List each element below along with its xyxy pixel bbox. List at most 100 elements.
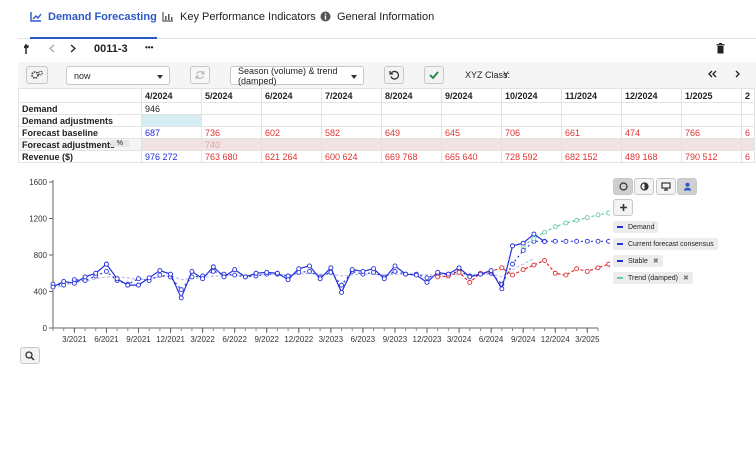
trash-icon[interactable] [716, 43, 725, 54]
view-monitor-button[interactable] [656, 178, 676, 195]
more-options-icon[interactable]: ••• [145, 43, 153, 52]
remove-series-icon[interactable]: ✖ [653, 257, 659, 265]
legend-item-consensus[interactable]: Current forecast consensus [613, 238, 718, 250]
demand-adjustment-input[interactable] [141, 114, 202, 127]
grid-cell[interactable]: 740 [201, 138, 262, 151]
data-point-current-forecast-consensus [520, 247, 526, 253]
legend-item-demand[interactable]: Demand [613, 221, 659, 233]
legend-label: Trend (damped) [628, 274, 678, 282]
check-icon [429, 71, 439, 79]
data-point-demand [61, 279, 67, 284]
undo-icon [389, 70, 399, 80]
view-user-button[interactable] [677, 178, 697, 195]
chevron-down-icon [351, 75, 357, 79]
data-point-trend-damped [606, 210, 610, 216]
data-point-current-forecast-consensus [103, 268, 109, 274]
data-point-demand [253, 270, 259, 276]
grid-cell[interactable] [741, 138, 755, 151]
grid-cell: 763 680 [201, 150, 262, 163]
grid-cell [321, 102, 382, 115]
data-point-demand [71, 280, 77, 286]
data-point-demand [82, 274, 88, 280]
grid-cell[interactable] [621, 138, 682, 151]
grid-cell[interactable] [381, 138, 442, 151]
data-point-demand [424, 279, 430, 285]
grid-cell: 736 [201, 126, 262, 139]
grid-cell: 766 [681, 126, 742, 139]
grid-cell [201, 102, 262, 115]
grid-cell: 976 272 [141, 150, 202, 163]
legend-item-trend[interactable]: Trend (damped) ✖ [613, 272, 693, 284]
x-tick-label: 6/2023 [351, 335, 376, 344]
chart-line-icon [30, 11, 42, 22]
x-tick-label: 3/2021 [62, 335, 87, 344]
refresh-button[interactable] [190, 66, 210, 84]
forecast-method-select[interactable]: Season (volume) & trend (damped) [230, 66, 364, 86]
grid-cell[interactable] [441, 138, 502, 151]
zoom-button[interactable] [20, 347, 40, 364]
data-point-demand [296, 266, 302, 272]
grid-cell[interactable] [321, 138, 382, 151]
series-line-stable [52, 258, 535, 288]
next-item-icon[interactable] [70, 44, 76, 53]
forecast-grid: 4/2024 5/2024 6/2024 7/2024 8/2024 9/202… [18, 88, 755, 163]
percent-toggle[interactable]: % [110, 140, 129, 147]
view-mode-contrast-button[interactable] [634, 178, 654, 195]
x-tick-label: 9/2022 [254, 335, 279, 344]
data-point-demand [103, 261, 109, 267]
grid-cell [381, 102, 442, 115]
level-up-icon[interactable] [24, 43, 33, 55]
data-point-current-forecast-consensus [339, 282, 344, 288]
period-select[interactable]: now [66, 66, 170, 85]
grid-cell [261, 114, 322, 127]
tab-demand-forecasting[interactable]: Demand Forecasting [30, 11, 157, 39]
remove-series-icon[interactable]: ✖ [683, 274, 689, 282]
legend-swatch [617, 277, 623, 279]
data-point-demand [317, 276, 323, 282]
grid-cell[interactable] [681, 138, 742, 151]
data-point-trend-damped [574, 217, 580, 223]
grid-cell[interactable] [561, 138, 622, 151]
view-mode-outline-button[interactable] [613, 178, 633, 195]
grid-cell: 687 [141, 126, 202, 139]
confirm-button[interactable] [424, 66, 444, 84]
grid-cell[interactable]: 946 [141, 102, 202, 115]
data-point-forecast-baseline [531, 262, 537, 268]
previous-item-icon[interactable] [49, 44, 55, 53]
data-point-demand [339, 289, 344, 295]
settings-button[interactable] [26, 66, 48, 84]
grid-cell[interactable] [261, 138, 322, 151]
data-point-demand [435, 269, 441, 275]
tab-label: General Information [337, 11, 435, 23]
tab-general-information[interactable]: General Information [320, 11, 434, 37]
grid-cell[interactable] [501, 138, 562, 151]
grid-cell: 665 640 [441, 150, 502, 163]
grid-header-row: 4/2024 5/2024 6/2024 7/2024 8/2024 9/202… [18, 88, 755, 103]
grid-cell: 661 [561, 126, 622, 139]
add-series-button[interactable] [613, 199, 633, 216]
data-point-demand [456, 265, 462, 271]
xyz-class-value: Y [503, 70, 510, 80]
demand-row: Demand 946 [18, 102, 755, 115]
grid-cell[interactable] [141, 138, 202, 151]
grid-cell [321, 114, 382, 127]
column-header: 12/2024 [621, 88, 682, 103]
tab-label: Demand Forecasting [48, 11, 157, 23]
column-header: 10/2024 [501, 88, 562, 103]
data-point-forecast-baseline [595, 265, 601, 271]
y-tick-label: 1600 [29, 178, 47, 187]
row-label: Forecast baseline [18, 126, 142, 139]
data-point-demand [189, 268, 195, 274]
data-point-demand [200, 276, 206, 282]
tab-key-performance-indicators[interactable]: Key Performance Indicators [162, 11, 316, 37]
user-icon [683, 182, 692, 191]
chevron-right-icon[interactable] [735, 70, 741, 78]
undo-button[interactable] [384, 66, 404, 84]
y-tick-label: 800 [34, 251, 48, 260]
double-chevron-left-icon[interactable] [708, 70, 717, 78]
series-line-demand [52, 233, 545, 300]
legend-item-stable[interactable]: Stable ✖ [613, 255, 663, 267]
data-point-demand [264, 269, 270, 275]
grid-cell [681, 102, 742, 115]
data-point-forecast-baseline [510, 272, 515, 278]
